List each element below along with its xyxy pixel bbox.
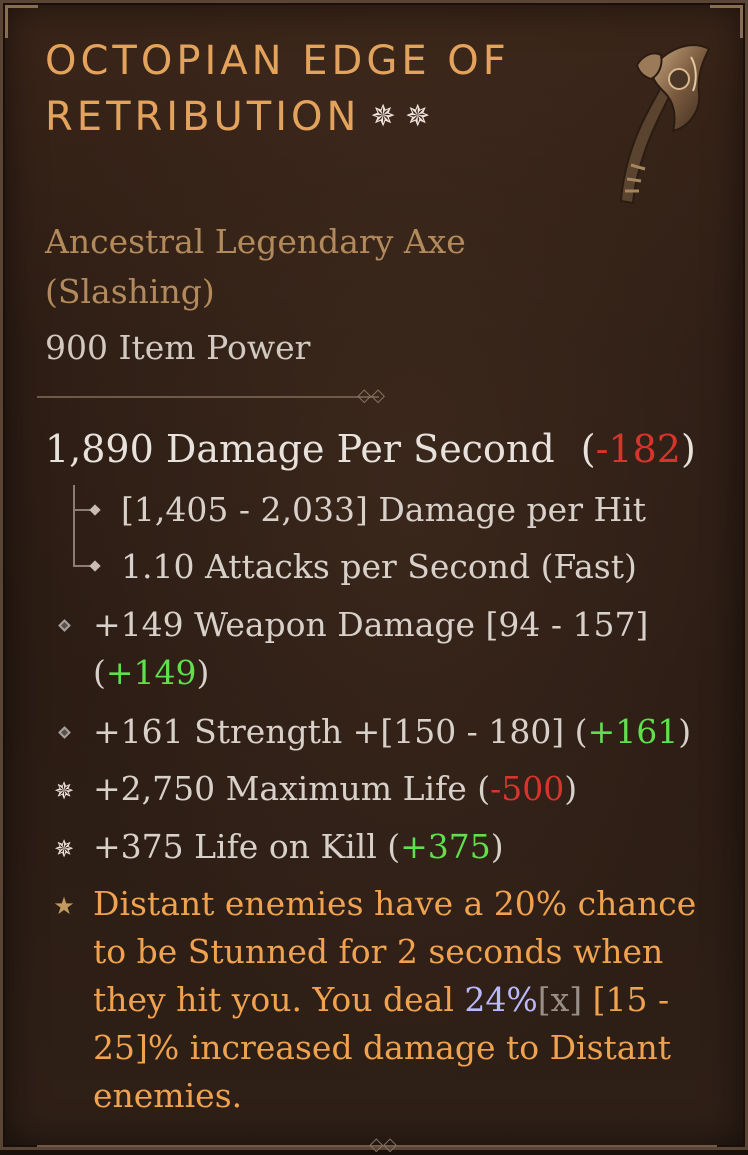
dps-value: 1,890 Damage Per Second [45,427,555,471]
greater-affix-marks: ✵ ✵ [370,99,431,134]
legendary-multiplier: [x] [537,980,583,1019]
frame-corner-top-left [5,5,38,38]
item-type-line-1: Ancestral Legendary Axe [45,222,466,261]
affix-diamond-icon [51,719,77,745]
affix-maximum-life: +2,750 Maximum Life (-500) [93,765,693,813]
item-power: 900 Item Power [45,328,311,367]
affix-close: ) [564,769,578,808]
greater-affix-sparkle-icon: ✵ [53,835,75,863]
item-type-line-2: (Slashing) [45,272,215,311]
affix-close: ) [196,653,210,692]
legendary-value: 24% [464,980,538,1019]
affix-delta: +375 [400,827,491,866]
affix-life-on-kill: +375 Life on Kill (+375) [93,823,693,871]
axe-icon [619,44,711,205]
section-divider: ◇◇ [37,386,385,406]
item-title-text: Octopian Edge of Retribution [45,38,510,140]
section-divider-bottom: ◇◇ [37,1135,717,1155]
affix-strength: +161 Strength +[150 - 180] (+161) [93,708,693,756]
dps-delta: -182 [595,427,681,471]
affix-text: +2,750 Maximum Life ( [93,769,491,808]
affix-text: +161 Strength +[150 - 180] ( [93,712,588,751]
dps-stat: 1,890 Damage Per Second (-182) [45,423,696,475]
item-type: Ancestral Legendary Axe (Slashing) [45,217,525,317]
divider-knot: ◇◇ [357,385,385,406]
affix-close: ) [678,712,692,751]
affix-weapon-damage: +149 Weapon Damage [94 - 157] (+149) [93,601,693,697]
dps-delta-open: ( [580,427,596,471]
dps-delta-close: ) [680,427,696,471]
greater-affix-sparkle-icon: ✵ [53,777,75,805]
item-title: Octopian Edge of Retribution ✵ ✵ [45,33,565,145]
affix-delta: -500 [490,769,565,808]
damage-per-hit: [1,405 - 2,033] Damage per Hit [121,490,647,529]
legendary-star-icon: ★ [53,892,75,920]
affix-delta: +149 [105,653,197,692]
affix-diamond-icon [51,612,77,638]
legendary-aspect: Distant enemies have a 20% chance to be … [93,880,703,1120]
attacks-per-second: 1.10 Attacks per Second (Fast) [121,547,637,586]
affix-text: +375 Life on Kill ( [93,827,401,866]
affix-delta: +161 [587,712,679,751]
item-tooltip: Octopian Edge of Retribution ✵ ✵ Ancestra… [0,0,748,1155]
sub-stat-tree [73,485,105,572]
affix-close: ) [490,827,504,866]
divider-knot: ◇◇ [369,1134,397,1155]
